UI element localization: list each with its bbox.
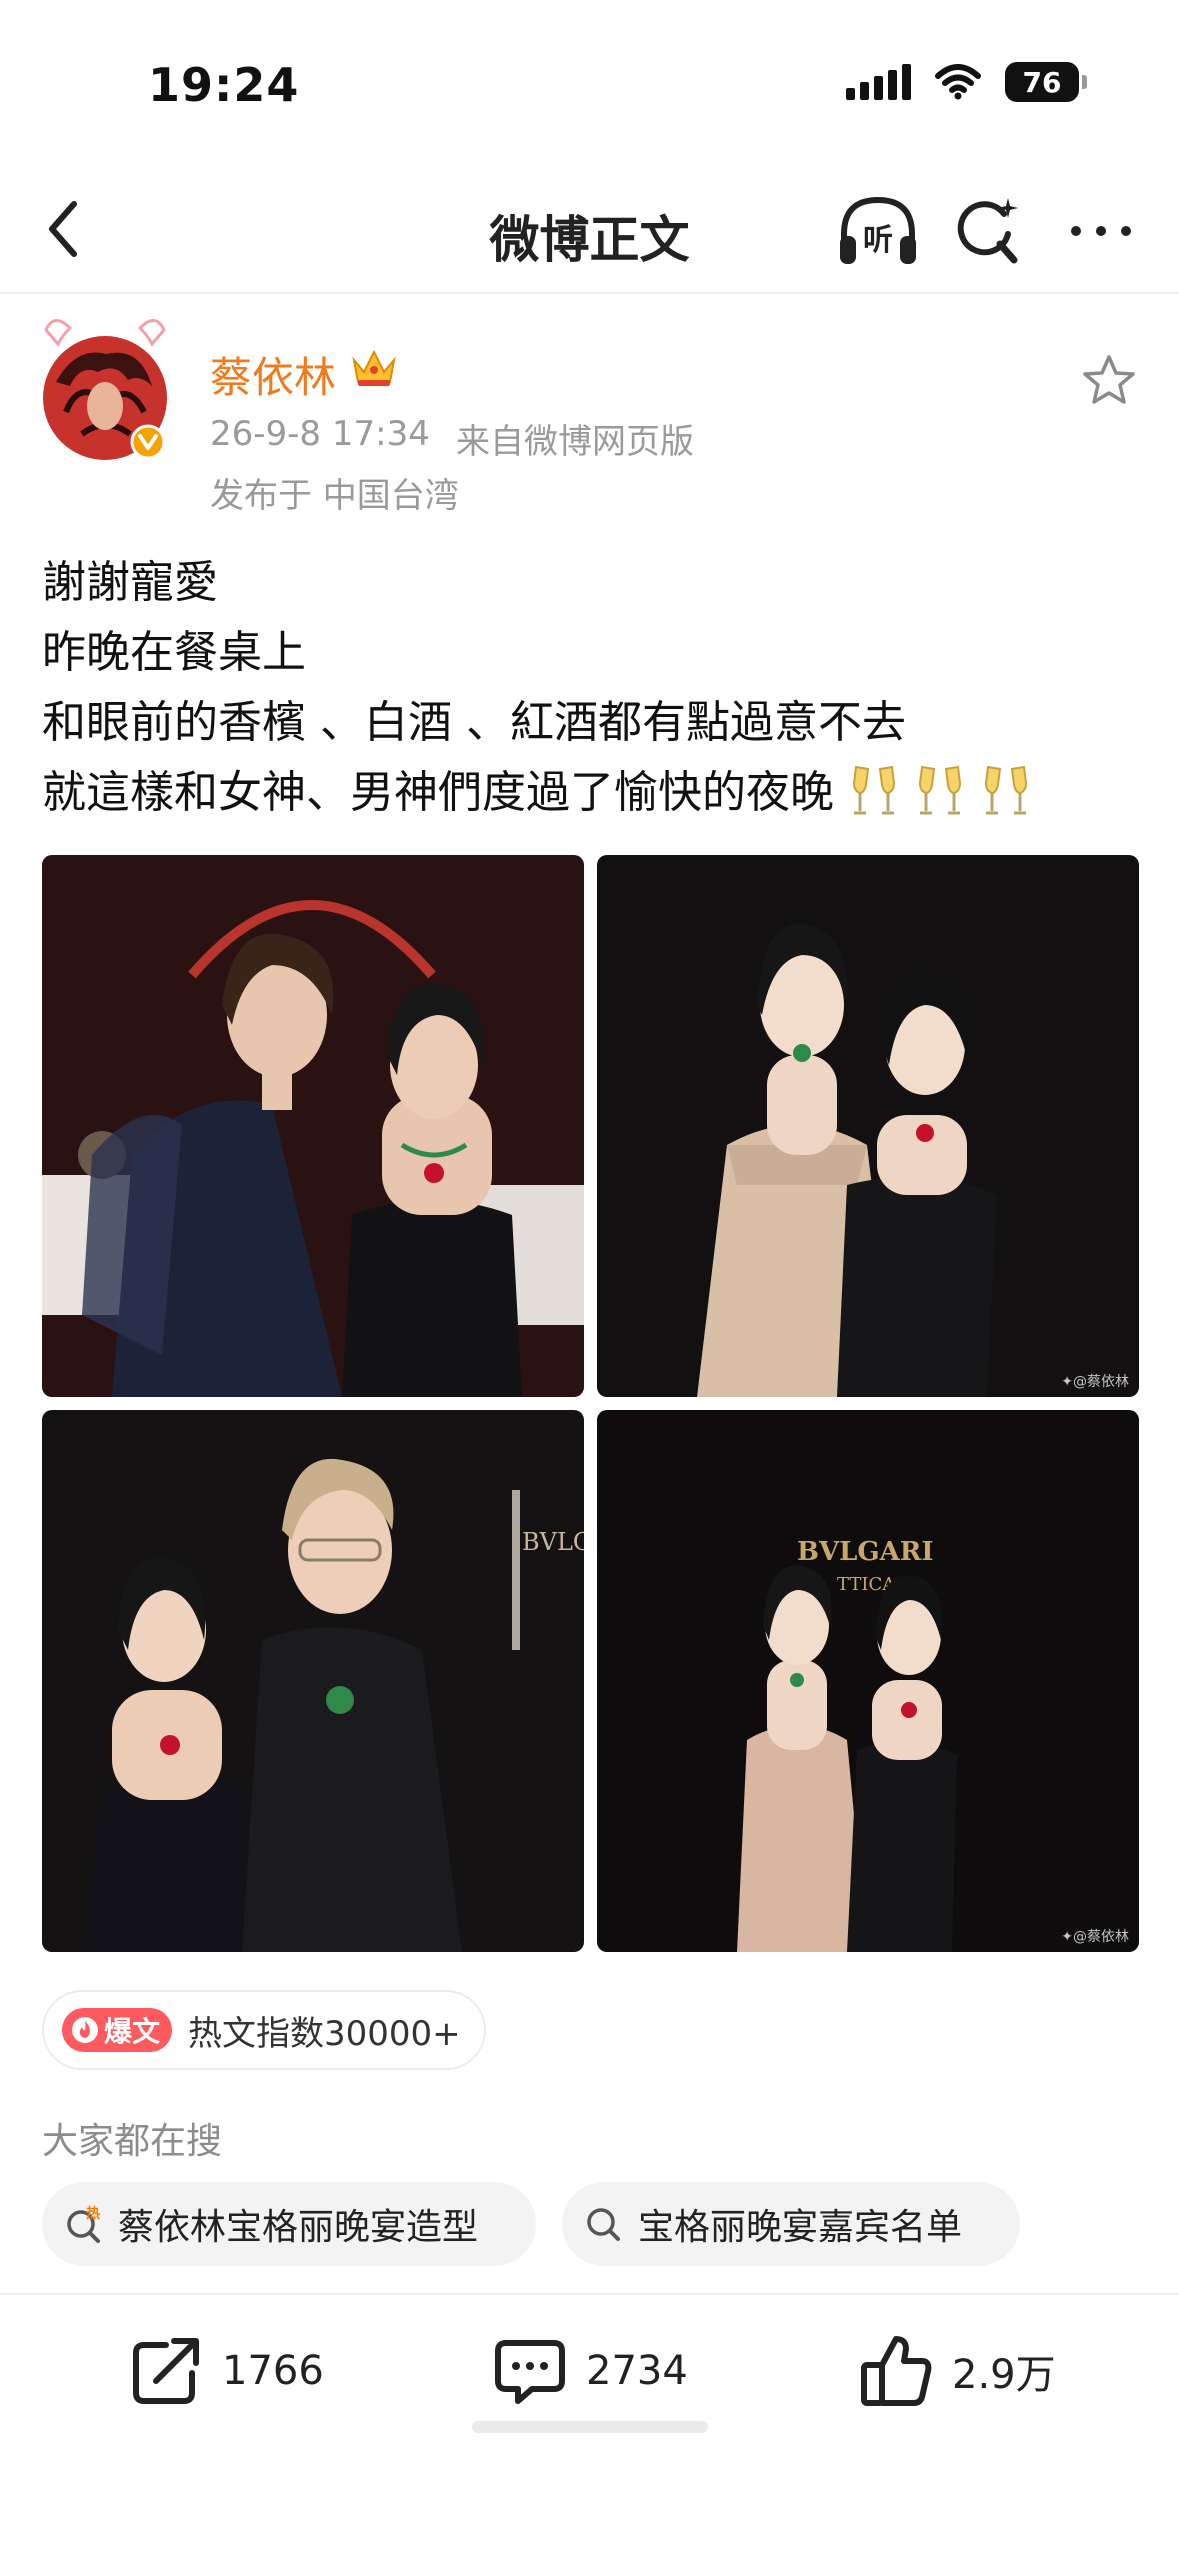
cellular-signal-icon [846,64,911,100]
favorite-star-icon[interactable] [1080,352,1138,410]
post-image-3[interactable]: BVLGARI [42,1410,584,1952]
more-icon[interactable] [1066,196,1136,266]
hot-badge: 爆文 [62,2008,173,2052]
crown-icon [352,349,396,386]
post-image-4[interactable]: BVLGARI TTICA ✦@蔡依林 [597,1410,1139,1952]
photo-scene-bvlgari-backdrop: BVLGARI TTICA [597,1410,1139,1952]
share-icon [133,2338,199,2404]
listen-headphones-icon[interactable]: 听 [836,192,920,272]
status-icons: 76 [846,62,1087,102]
image-watermark: ✦@蔡依林 [1061,1929,1129,1945]
trending-search-chip[interactable]: 宝格丽晚宴嘉宾名单 [562,2182,1020,2266]
flame-icon [72,2017,98,2043]
photo-scene-dinner [42,855,584,1397]
hot-search-icon: 热 [67,2205,100,2243]
photo-scene-two-women [597,855,1139,1397]
post-location: 发布于 中国台湾 [210,476,459,516]
avatar[interactable] [36,316,174,466]
back-icon[interactable] [30,194,100,264]
post-line: 謝謝寵愛 [42,557,218,608]
comment-count: 2734 [586,2348,688,2394]
post-image-2[interactable]: ✦@蔡依林 [597,855,1139,1397]
image-watermark: ✦@蔡依林 [1061,1374,1129,1390]
action-bar: 1766 2734 2.9万 [0,2293,1179,2453]
status-time: 19:24 [148,58,300,112]
nav-bar: 微博正文 听 [0,170,1179,294]
trending-search-text: 蔡依林宝格丽晚宴造型 [118,2207,479,2248]
hot-mark: 热 [86,2205,100,2222]
hot-badge-label: 爆文 [104,2015,161,2048]
hot-index-pill[interactable]: 爆文 热文指数30000+ [42,1990,486,2070]
post-image-1[interactable] [42,855,584,1397]
trending-search-chip[interactable]: 热 蔡依林宝格丽晚宴造型 [42,2182,536,2266]
hot-index-text: 热文指数30000+ [188,2013,461,2054]
share-count: 1766 [222,2348,324,2394]
like-count: 2.9万 [952,2352,1056,2398]
post-source: 来自微博网页版 [456,422,694,462]
thumbs-up-icon [861,2336,932,2406]
comment-button[interactable]: 2734 [490,2331,688,2411]
post-line-text: 就這樣和女神、男神們度過了愉快的夜晚 [42,767,834,818]
share-button[interactable]: 1766 [126,2331,324,2411]
wifi-icon [935,64,981,100]
home-indicator[interactable] [472,2421,708,2433]
post-text: 謝謝寵愛 昨晚在餐桌上 和眼前的香檳 、白酒 、紅酒都有點過意不去 就這樣和女神… [42,548,1152,828]
post-line-last: 就這樣和女神、男神們度過了愉快的夜晚 [42,758,1152,828]
post-line: 昨晚在餐桌上 [42,627,306,678]
status-bar: 19:24 76 [0,0,1179,160]
post-line: 和眼前的香檳 、白酒 、紅酒都有點過意不去 [42,697,906,748]
like-button[interactable]: 2.9万 [856,2331,1056,2411]
svg-text:BVLGARI: BVLGARI [522,1528,584,1556]
search-icon [587,2208,620,2241]
comment-icon [495,2340,565,2404]
author-name[interactable]: 蔡依林 [210,344,336,405]
search-icon[interactable] [950,192,1026,272]
trending-search-text: 宝格丽晚宴嘉宾名单 [638,2207,963,2248]
champagne-icon [984,765,1028,815]
battery-icon: 76 [1005,62,1087,102]
listen-label: 听 [863,223,893,258]
svg-text:BVLGARI: BVLGARI [797,1537,934,1567]
post-time: 26-9-8 17:34 [210,414,430,454]
battery-level: 76 [1022,65,1062,99]
photo-scene-man-and-woman: BVLGARI [42,1410,584,1952]
champagne-icon [852,765,896,815]
trending-heading: 大家都在搜 [42,2121,223,2162]
champagne-icon [918,765,962,815]
